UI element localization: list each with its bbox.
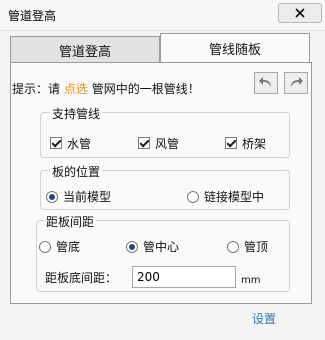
- pipe-top-label: 管顶: [244, 240, 269, 254]
- redo-button[interactable]: [284, 72, 308, 94]
- water-pipe-label: 水管: [67, 137, 92, 151]
- pipe-top-radio[interactable]: [227, 241, 239, 253]
- undo-arrow-icon: [259, 77, 271, 87]
- hint-prefix: 提示：请: [12, 82, 61, 96]
- support-pipes-title: 支持管线: [50, 105, 103, 122]
- air-duct-label: 风管: [155, 137, 180, 151]
- pipe-center-radio[interactable]: [126, 241, 138, 253]
- distance-field-label: 距板底间距：: [45, 271, 118, 285]
- tab-strip: 管道登高 管线随板: [10, 33, 310, 63]
- close-button[interactable]: [278, 3, 322, 23]
- tab-pipe-raise[interactable]: 管道登高: [10, 36, 160, 63]
- settings-link[interactable]: 设置: [252, 310, 276, 327]
- pipe-center-label: 管中心: [143, 240, 180, 254]
- close-icon: [295, 8, 305, 18]
- tab-pipe-with-slab[interactable]: 管线随板: [160, 33, 310, 63]
- cable-tray-checkbox[interactable]: [225, 137, 237, 149]
- window-title: 管道登高: [8, 9, 57, 23]
- tab-label: 管道登高: [58, 44, 111, 60]
- hint-highlight: 点选: [63, 82, 88, 96]
- title-bar: 管道登高: [0, 0, 325, 31]
- slab-position-title: 板的位置: [50, 163, 103, 180]
- unit-label: mm: [241, 275, 261, 286]
- hint-suffix: 管网中的一根管线！: [91, 82, 200, 96]
- air-duct-checkbox[interactable]: [138, 137, 150, 149]
- slab-distance-title: 距板间距: [44, 213, 97, 230]
- distance-input[interactable]: [132, 266, 236, 288]
- linked-model-label: 链接模型中: [204, 190, 265, 204]
- tab-label: 管线随板: [208, 43, 261, 58]
- hint-text: 提示：请 点选 管网中的一根管线！: [12, 80, 200, 97]
- current-model-radio[interactable]: [46, 191, 58, 203]
- undo-button[interactable]: [254, 72, 278, 94]
- cable-tray-label: 桥架: [242, 137, 267, 151]
- linked-model-radio[interactable]: [187, 191, 199, 203]
- pipe-bottom-label: 管底: [56, 240, 81, 254]
- redo-arrow-icon: [291, 77, 303, 87]
- water-pipe-checkbox[interactable]: [50, 137, 62, 149]
- pipe-bottom-radio[interactable]: [39, 241, 51, 253]
- current-model-label: 当前模型: [63, 190, 112, 204]
